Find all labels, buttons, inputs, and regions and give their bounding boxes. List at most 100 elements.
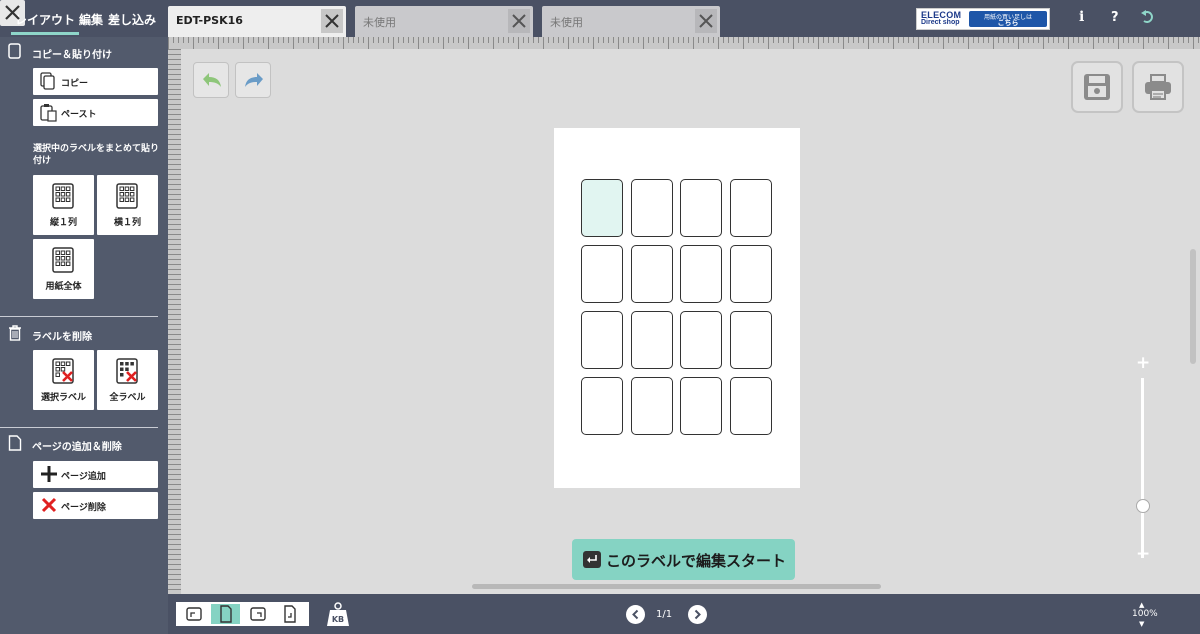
orientation-flip[interactable]	[275, 604, 304, 624]
label-grid-icon	[52, 247, 74, 273]
zoom-slider-track[interactable]	[1141, 378, 1144, 558]
cta-line2: こちら	[997, 19, 1019, 27]
label-cell[interactable]	[631, 179, 673, 237]
label-grid-icon	[116, 183, 138, 209]
label-cell[interactable]	[581, 179, 623, 237]
delete-selected-label-icon	[52, 358, 74, 384]
prev-page-button[interactable]	[626, 605, 645, 624]
paste-whole-sheet-label: 用紙全体	[45, 282, 82, 292]
paste-vertical-button[interactable]: 縦１列	[33, 175, 94, 235]
zoom-in-button[interactable]: +	[1136, 353, 1150, 373]
label-cell[interactable]	[581, 245, 623, 303]
portrait-page-icon	[220, 605, 232, 623]
tab-label: EDT-PSK16	[176, 14, 243, 27]
tab-label: 未使用	[363, 16, 396, 29]
undo-button[interactable]	[193, 62, 229, 98]
rotate-right-page-icon	[250, 607, 266, 621]
plus-icon	[41, 466, 57, 482]
tab-close-button[interactable]	[321, 9, 343, 33]
enter-icon	[583, 551, 601, 568]
tab-unused-1[interactable]: 未使用	[355, 6, 533, 37]
layout-canvas: このラベルで編集スタート + −	[181, 49, 1200, 594]
delete-all-label: 全ラベル	[109, 393, 146, 403]
revert-icon[interactable]	[1140, 9, 1156, 29]
zoom-up-arrow-icon[interactable]: ▲	[1139, 601, 1144, 609]
label-cell[interactable]	[680, 311, 722, 369]
chevron-left-icon	[632, 609, 639, 620]
info-icon[interactable]: i	[1079, 9, 1084, 25]
tab-unused-2[interactable]: 未使用	[542, 6, 720, 37]
document-icon	[8, 43, 21, 59]
label-cell[interactable]	[680, 245, 722, 303]
menu-edit[interactable]: 編集	[79, 11, 103, 28]
zoom-level[interactable]: 100%	[1132, 609, 1158, 619]
zoom-down-arrow-icon[interactable]: ▼	[1139, 620, 1144, 628]
zoom-out-button[interactable]: −	[1136, 544, 1150, 564]
paste-vertical-label: 縦１列	[49, 218, 77, 228]
horizontal-scrollbar[interactable]	[472, 584, 881, 589]
menu-layout-label: レイアウト	[15, 13, 76, 27]
redo-button[interactable]	[235, 62, 271, 98]
brand-sub: Direct shop	[921, 19, 960, 26]
zoom-slider-handle[interactable]	[1136, 499, 1150, 513]
delete-selected-label: 選択ラベル	[40, 393, 86, 403]
tab-close-button[interactable]	[695, 9, 717, 33]
add-page-button[interactable]: ページ追加	[33, 461, 158, 488]
print-button[interactable]	[1132, 61, 1184, 113]
label-cell[interactable]	[581, 377, 623, 435]
delete-all-button[interactable]: 全ラベル	[97, 350, 158, 410]
orientation-rotate-right[interactable]	[243, 604, 272, 624]
rotate-left-page-icon	[186, 607, 202, 621]
label-cell[interactable]	[581, 311, 623, 369]
tab-edt-psk16[interactable]: EDT-PSK16	[168, 6, 346, 37]
label-cell[interactable]	[631, 311, 673, 369]
tab-label: 未使用	[550, 16, 583, 29]
label-cell[interactable]	[680, 179, 722, 237]
delete-page-button[interactable]: ページ削除	[33, 492, 158, 519]
tab-close-button[interactable]	[508, 9, 530, 33]
bottom-bar: KB 1/1 ▲ 100% ▼	[168, 594, 1200, 634]
label-cell[interactable]	[730, 245, 772, 303]
label-cell[interactable]	[730, 311, 772, 369]
start-editing-button[interactable]: このラベルで編集スタート	[572, 539, 795, 580]
elecom-shop-banner[interactable]: ELECOM Direct shop 用紙の買い足しは こちら	[916, 8, 1050, 30]
label-cell[interactable]	[680, 377, 722, 435]
divider	[0, 316, 158, 317]
delete-selected-button[interactable]: 選択ラベル	[33, 350, 94, 410]
label-cell[interactable]	[730, 377, 772, 435]
chevron-right-icon	[694, 609, 701, 620]
copy-icon	[40, 72, 55, 90]
page-indicator: 1/1	[656, 609, 673, 620]
sidebar: コピー＆貼り付け コピー ペースト 選択中のラベルをまとめて貼り付け 縦１列 横…	[0, 37, 168, 634]
delete-page-label: ページ削除	[61, 503, 106, 513]
copy-button-label: コピー	[61, 79, 89, 89]
copy-button[interactable]: コピー	[33, 68, 158, 95]
label-cell[interactable]	[631, 377, 673, 435]
paste-icon	[40, 104, 57, 122]
paste-whole-sheet-button[interactable]: 用紙全体	[33, 239, 94, 299]
save-button[interactable]	[1071, 61, 1123, 113]
merge-paste-note: 選択中のラベルをまとめて貼り付け	[33, 144, 160, 166]
section-title: ラベルを削除	[32, 332, 92, 343]
page-icon	[8, 435, 22, 451]
label-cell[interactable]	[631, 245, 673, 303]
add-page-label: ページ追加	[61, 472, 106, 482]
help-icon[interactable]: ?	[1111, 10, 1119, 25]
menu-merge[interactable]: 差し込み	[108, 11, 156, 28]
size-badge-label: KB	[332, 615, 344, 624]
next-page-button[interactable]	[688, 605, 707, 624]
menu-layout[interactable]: レイアウト	[11, 11, 80, 35]
vertical-scrollbar[interactable]	[1190, 249, 1196, 364]
flip-page-icon	[284, 605, 296, 623]
paste-button-label: ペースト	[61, 110, 97, 120]
active-menu-underline	[11, 32, 80, 35]
orientation-portrait[interactable]	[211, 604, 240, 624]
orientation-selector	[176, 602, 309, 626]
paste-button[interactable]: ペースト	[33, 99, 158, 126]
weight-icon: KB	[327, 602, 349, 626]
label-cell[interactable]	[730, 179, 772, 237]
trash-icon	[9, 325, 21, 341]
paste-horizontal-button[interactable]: 横１列	[97, 175, 158, 235]
orientation-rotate-left[interactable]	[179, 604, 208, 624]
start-editing-label: このラベルで編集スタート	[606, 552, 787, 570]
